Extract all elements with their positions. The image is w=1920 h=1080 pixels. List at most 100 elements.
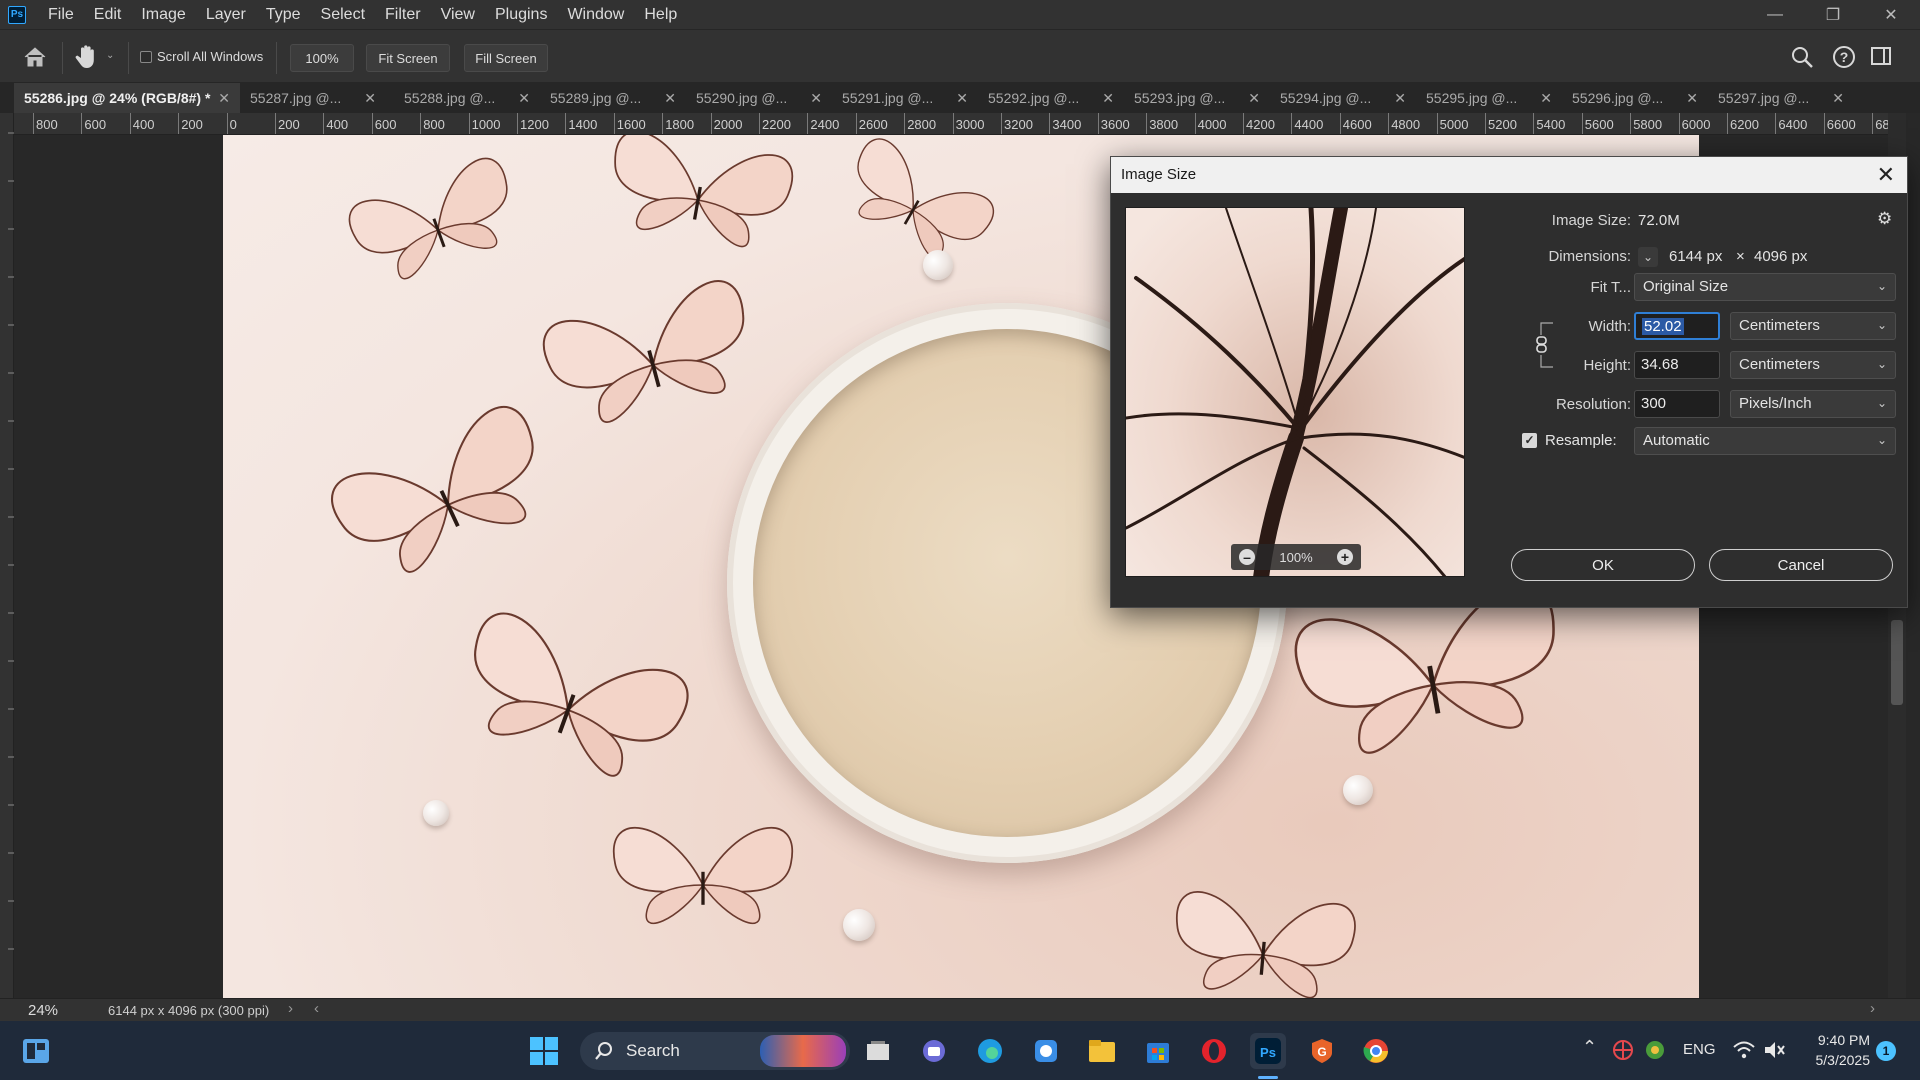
close-tab-icon[interactable]: ✕	[518, 90, 530, 107]
zoom-100-button[interactable]: 100%	[290, 44, 354, 72]
menu-image[interactable]: Image	[131, 0, 195, 29]
fill-screen-button[interactable]: Fill Screen	[464, 44, 548, 72]
tab-55294[interactable]: 55294.jpg @... ✕	[1270, 83, 1416, 113]
notification-badge[interactable]: 1	[1876, 1041, 1896, 1061]
tab-55286[interactable]: 55286.jpg @ 24% (RGB/8#) * ✕	[14, 83, 240, 113]
ok-button[interactable]: OK	[1511, 549, 1695, 581]
grammarly-icon[interactable]: G	[1304, 1033, 1340, 1069]
tab-55287[interactable]: 55287.jpg @... ✕	[240, 83, 386, 113]
tab-55288[interactable]: 55288.jpg @... ✕	[394, 83, 540, 113]
restore-icon[interactable]: ❐	[1804, 0, 1862, 29]
close-tab-icon[interactable]: ✕	[218, 90, 230, 107]
wifi-icon[interactable]	[1732, 1039, 1756, 1064]
height-label: Height:	[1583, 357, 1631, 374]
menu-help[interactable]: Help	[634, 0, 687, 29]
tab-label: 55291.jpg @...	[842, 90, 934, 106]
home-icon[interactable]	[22, 44, 48, 70]
tab-55296[interactable]: 55296.jpg @... ✕	[1562, 83, 1708, 113]
tray-network-app-icon[interactable]	[1644, 1039, 1666, 1064]
resample-checkbox[interactable]: ✓	[1522, 433, 1537, 448]
tab-55290[interactable]: 55290.jpg @... ✕	[686, 83, 832, 113]
clock-date[interactable]: 5/3/2025	[1800, 1052, 1871, 1068]
width-input[interactable]: 52.02	[1634, 312, 1720, 340]
menu-layer[interactable]: Layer	[196, 0, 256, 29]
menu-plugins[interactable]: Plugins	[485, 0, 557, 29]
hand-tool-icon[interactable]	[74, 42, 100, 70]
close-window-icon[interactable]: ✕	[1862, 0, 1920, 29]
image-preview[interactable]: – 100% +	[1125, 207, 1465, 577]
volume-muted-icon[interactable]	[1762, 1039, 1786, 1064]
resolution-unit-select[interactable]: Pixels/Inch ⌄	[1730, 390, 1896, 418]
close-tab-icon[interactable]: ✕	[1686, 90, 1698, 107]
fit-screen-button[interactable]: Fit Screen	[366, 44, 450, 72]
start-windows-icon[interactable]	[526, 1033, 562, 1069]
close-tab-icon[interactable]: ✕	[364, 90, 376, 107]
tool-preset-chevron-icon[interactable]: ⌄	[106, 50, 114, 61]
dialog-title: Image Size	[1121, 166, 1197, 183]
close-tab-icon[interactable]: ✕	[1248, 90, 1260, 107]
tab-55291[interactable]: 55291.jpg @... ✕	[832, 83, 978, 113]
menu-window[interactable]: Window	[557, 0, 634, 29]
ruler-horizontal[interactable]: 800 600 400 200 0 200 400 600 800 1000 1200 1400 160…	[14, 113, 1906, 135]
resample-select[interactable]: Automatic ⌄	[1634, 427, 1896, 455]
menu-select[interactable]: Select	[311, 0, 375, 29]
ruler-vertical[interactable]	[0, 113, 14, 998]
scroll-all-windows-checkbox[interactable]	[140, 51, 152, 63]
close-tab-icon[interactable]: ✕	[1832, 90, 1844, 107]
help-icon[interactable]: ?	[1832, 45, 1856, 72]
menu-edit[interactable]: Edit	[84, 0, 132, 29]
menu-type[interactable]: Type	[256, 0, 311, 29]
resolution-input[interactable]: 300	[1634, 390, 1720, 418]
menu-view[interactable]: View	[431, 0, 485, 29]
photoshop-taskbar-icon[interactable]: Ps	[1250, 1033, 1286, 1069]
scroll-right-chevron-icon[interactable]: ›	[1870, 1000, 1875, 1017]
file-explorer-icon[interactable]	[1084, 1033, 1120, 1069]
search-icon[interactable]	[1790, 45, 1814, 72]
zoom-in-icon[interactable]: +	[1337, 549, 1353, 565]
menu-filter[interactable]: Filter	[375, 0, 431, 29]
height-input[interactable]: 34.68	[1634, 351, 1720, 379]
dimensions-unit-chevron-icon[interactable]: ⌄	[1638, 247, 1658, 267]
tab-55292[interactable]: 55292.jpg @... ✕	[978, 83, 1124, 113]
widgets-icon[interactable]	[18, 1033, 54, 1069]
cancel-button[interactable]: Cancel	[1709, 549, 1893, 581]
tab-55297[interactable]: 55297.jpg @... ✕	[1708, 83, 1854, 113]
scroll-left-chevron-icon[interactable]: ‹	[314, 1000, 319, 1017]
teams-chat-icon[interactable]	[916, 1033, 952, 1069]
close-tab-icon[interactable]: ✕	[1394, 90, 1406, 107]
zoom-out-icon[interactable]: –	[1239, 549, 1255, 565]
settings-gear-icon[interactable]: ⚙	[1877, 209, 1892, 229]
microsoft-store-icon[interactable]	[1140, 1033, 1176, 1069]
task-view-icon[interactable]	[860, 1033, 896, 1069]
opera-browser-icon[interactable]	[1196, 1033, 1232, 1069]
tab-55295[interactable]: 55295.jpg @... ✕	[1416, 83, 1562, 113]
taskbar-search-box[interactable]: Search	[580, 1032, 850, 1070]
close-tab-icon[interactable]: ✕	[664, 90, 676, 107]
tray-language[interactable]: ENG	[1683, 1041, 1716, 1058]
width-unit-select[interactable]: Centimeters ⌄	[1730, 312, 1896, 340]
minimize-icon[interactable]: —	[1746, 0, 1804, 29]
close-tab-icon[interactable]: ✕	[1102, 90, 1114, 107]
tab-label: 55294.jpg @...	[1280, 90, 1372, 106]
photos-icon[interactable]	[1028, 1033, 1064, 1069]
photoshop-logo-icon[interactable]: Ps	[8, 5, 26, 24]
vertical-scroll-thumb[interactable]	[1891, 620, 1903, 705]
close-tab-icon[interactable]: ✕	[1540, 90, 1552, 107]
tab-55293[interactable]: 55293.jpg @... ✕	[1124, 83, 1270, 113]
fit-to-select[interactable]: Original Size ⌄	[1634, 273, 1896, 301]
dialog-close-icon[interactable]: ✕	[1877, 162, 1895, 188]
zoom-level[interactable]: 24%	[28, 1002, 58, 1019]
height-unit-select[interactable]: Centimeters ⌄	[1730, 351, 1896, 379]
chrome-browser-icon[interactable]	[1358, 1033, 1394, 1069]
close-tab-icon[interactable]: ✕	[956, 90, 968, 107]
edge-browser-icon[interactable]	[972, 1033, 1008, 1069]
close-tab-icon[interactable]: ✕	[810, 90, 822, 107]
dialog-titlebar[interactable]: Image Size ✕	[1111, 157, 1907, 193]
workspace-panel-icon[interactable]	[1870, 45, 1892, 70]
tray-vpn-icon[interactable]	[1612, 1039, 1634, 1064]
menu-file[interactable]: File	[38, 0, 84, 29]
tray-overflow-chevron-icon[interactable]: ⌃	[1582, 1037, 1597, 1058]
status-expand-chevron-icon[interactable]: ›	[288, 1000, 293, 1017]
tab-55289[interactable]: 55289.jpg @... ✕	[540, 83, 686, 113]
clock-time[interactable]: 9:40 PM	[1810, 1032, 1870, 1048]
